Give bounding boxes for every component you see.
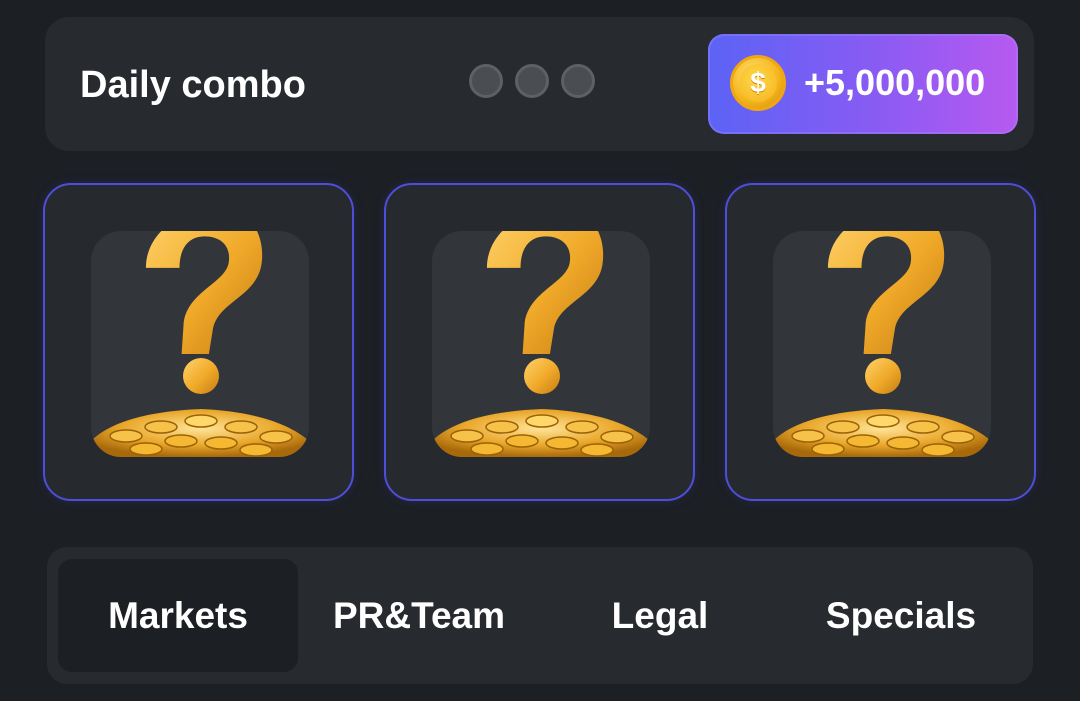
combo-card-3[interactable] xyxy=(725,183,1036,501)
daily-combo-title: Daily combo xyxy=(80,64,306,106)
tab-pr-team[interactable]: PR&Team xyxy=(299,559,539,672)
daily-combo-bar: Daily combo $ +5,000,000 xyxy=(45,17,1034,151)
reward-amount: +5,000,000 xyxy=(804,62,986,103)
combo-slot-indicator xyxy=(515,64,549,98)
tab-markets[interactable]: Markets xyxy=(58,559,298,672)
combo-reward-badge: $ +5,000,000 xyxy=(708,34,1018,134)
combo-slot-indicator xyxy=(561,64,595,98)
tab-legal[interactable]: Legal xyxy=(540,559,780,672)
category-tabs: Markets PR&Team Legal Specials xyxy=(47,547,1033,684)
question-mark-coins-icon xyxy=(432,231,650,457)
combo-progress-dots xyxy=(469,64,595,98)
coin-symbol: $ xyxy=(739,64,777,102)
combo-card-1[interactable] xyxy=(43,183,354,501)
question-mark-coins-icon xyxy=(773,231,991,457)
combo-slot-indicator xyxy=(469,64,503,98)
combo-card-2[interactable] xyxy=(384,183,695,501)
question-mark-coins-icon xyxy=(91,231,309,457)
tab-specials[interactable]: Specials xyxy=(781,559,1021,672)
dollar-coin-icon: $ xyxy=(730,55,786,111)
daily-combo-screen: Daily combo $ +5,000,000 Markets PR&Team… xyxy=(0,0,1080,701)
